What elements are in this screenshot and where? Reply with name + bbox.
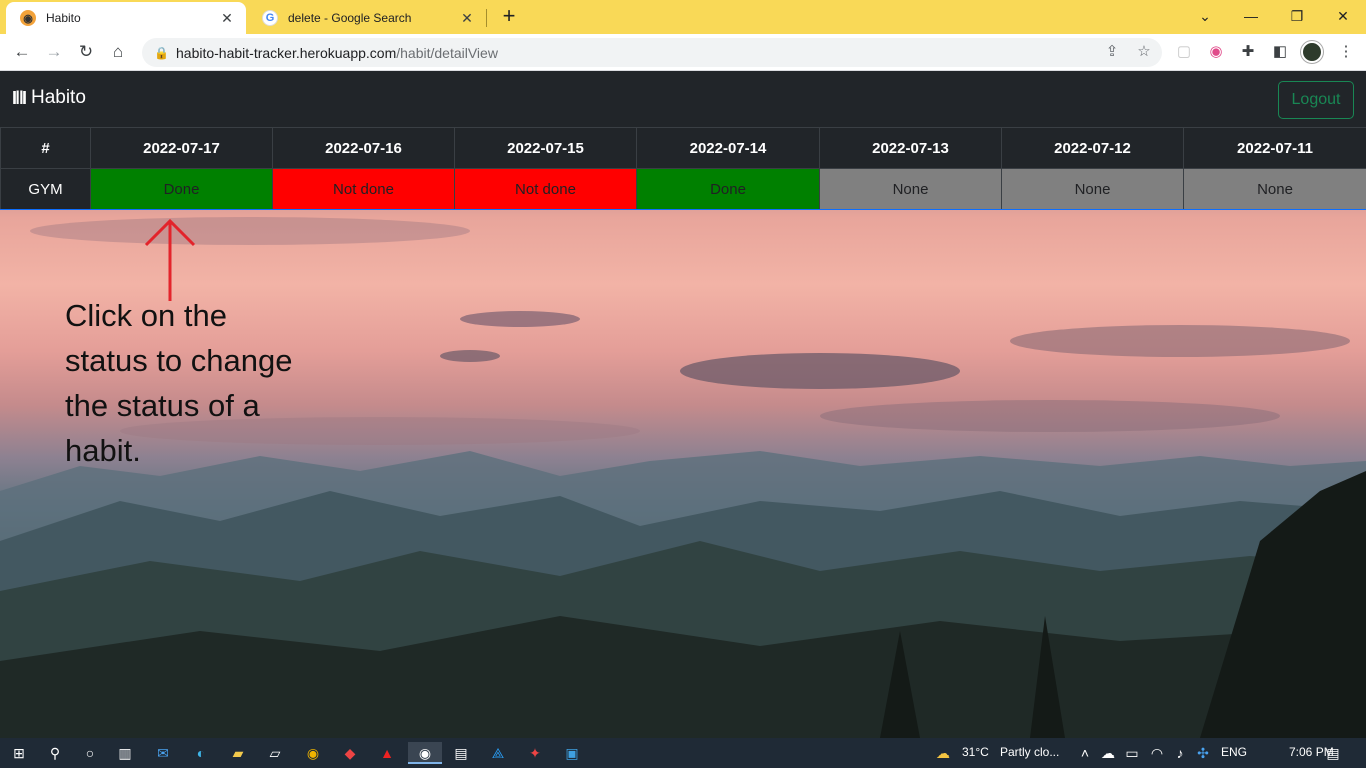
volume-icon[interactable]: ♪ (1169, 742, 1191, 764)
extension-icon[interactable]: ▢ (1174, 42, 1194, 62)
tab-search-icon[interactable]: ⌄ (1182, 4, 1228, 28)
google-favicon-icon: G (262, 10, 278, 26)
weather-temp[interactable]: 31°C (962, 745, 989, 759)
column-header-date: 2022-07-16 (272, 127, 455, 169)
app-icon[interactable]: ◆ (339, 742, 361, 764)
column-header-index: # (0, 127, 91, 169)
column-header-date: 2022-07-14 (636, 127, 820, 169)
column-header-date: 2022-07-11 (1183, 127, 1366, 169)
profile-avatar[interactable] (1301, 41, 1323, 63)
annotation-arrow-icon (144, 218, 196, 301)
weather-description[interactable]: Partly clo... (1000, 745, 1059, 759)
status-cell[interactable]: None (1183, 168, 1366, 210)
reload-button[interactable]: ↻ (74, 40, 98, 64)
logout-button[interactable]: Logout (1278, 81, 1354, 119)
column-header-date: 2022-07-15 (454, 127, 637, 169)
chrome-active-icon[interactable]: ◉ (408, 742, 442, 764)
vscode-icon[interactable]: ⟁ (487, 742, 509, 764)
habit-status-table: # 2022-07-17 2022-07-16 2022-07-15 2022-… (0, 127, 1366, 210)
battery-icon[interactable]: ▭ (1121, 742, 1143, 764)
acrobat-icon[interactable]: ▲ (376, 742, 398, 764)
habito-favicon-icon: ◉ (20, 10, 36, 26)
task-view-icon[interactable]: ▥ (114, 742, 136, 764)
feedback-icon[interactable]: ▱ (264, 742, 286, 764)
tab-google-search[interactable]: G delete - Google Search ✕ (248, 2, 486, 34)
tab-divider (486, 9, 487, 27)
url-host: habito-habit-tracker.herokuapp.com (176, 44, 397, 61)
new-tab-button[interactable]: + (498, 5, 520, 28)
status-cell[interactable]: Not done (454, 168, 637, 210)
close-tab-icon[interactable]: ✕ (218, 10, 236, 27)
photos-icon[interactable]: ▣ (561, 742, 583, 764)
wifi-icon[interactable]: ◠ (1146, 742, 1168, 764)
habit-name-cell: GYM (0, 168, 91, 210)
chrome-menu-icon[interactable]: ⋮ (1336, 42, 1356, 62)
status-cell[interactable]: Not done (272, 168, 455, 210)
edge-icon[interactable]: ◐ (190, 742, 212, 764)
share-icon[interactable]: ⇪ (1102, 42, 1122, 62)
table-header-row: # 2022-07-17 2022-07-16 2022-07-15 2022-… (0, 127, 1366, 169)
brand-name: Habito (30, 87, 86, 108)
color-picker-extension-icon[interactable]: ◉ (1206, 42, 1226, 62)
terminal-icon[interactable]: ▤ (450, 742, 472, 764)
notifications-icon[interactable]: ▤ (1322, 742, 1344, 764)
annotation-text: Click on the status to change the status… (65, 293, 355, 473)
dropbox-icon[interactable]: ✣ (1192, 742, 1214, 764)
status-cell[interactable]: None (1001, 168, 1184, 210)
annotation-line: the status of a (65, 388, 260, 423)
back-button[interactable]: ← (10, 40, 34, 64)
column-header-date: 2022-07-13 (819, 127, 1002, 169)
brand-link[interactable]: I‖I Habito (12, 87, 86, 109)
annotation-line: habit. (65, 433, 141, 468)
browser-tab-strip: ◉ Habito ✕ G delete - Google Search ✕ + … (0, 0, 1366, 34)
url-path: /habit/detailView (396, 44, 498, 61)
tab-title: delete - Google Search (288, 11, 412, 25)
column-header-date: 2022-07-12 (1001, 127, 1184, 169)
status-cell[interactable]: Done (90, 168, 273, 210)
table-row: GYM Done Not done Not done Done None Non… (0, 168, 1366, 210)
status-cell[interactable]: None (819, 168, 1002, 210)
tab-title: Habito (46, 11, 81, 25)
annotation-line: status to change (65, 343, 293, 378)
dumbbell-icon: I‖I (12, 87, 27, 108)
search-icon[interactable]: ⚲ (44, 742, 66, 764)
close-tab-icon[interactable]: ✕ (458, 10, 476, 27)
extensions-puzzle-icon[interactable]: ✚ (1238, 42, 1258, 62)
bookmark-star-icon[interactable]: ☆ (1134, 42, 1154, 62)
lock-icon: 🔒 (154, 45, 169, 60)
language-indicator[interactable]: ENG (1221, 745, 1247, 759)
app-icon[interactable]: ✦ (524, 742, 546, 764)
mail-icon[interactable]: ✉ (152, 742, 174, 764)
tab-habito[interactable]: ◉ Habito ✕ (6, 2, 246, 34)
side-panel-icon[interactable]: ◧ (1270, 42, 1290, 62)
address-bar[interactable]: 🔒 habito-habit-tracker.herokuapp.com/hab… (142, 38, 1162, 67)
weather-icon[interactable]: ☁ (932, 742, 954, 764)
onedrive-icon[interactable]: ☁ (1097, 742, 1119, 764)
column-header-date: 2022-07-17 (90, 127, 273, 169)
forward-button[interactable]: → (42, 40, 66, 64)
windows-start-icon[interactable]: ⊞ (8, 742, 30, 764)
status-cell[interactable]: Done (636, 168, 820, 210)
chevron-up-icon[interactable]: ˄ (1074, 742, 1096, 764)
file-explorer-icon[interactable]: ▰ (227, 742, 249, 764)
close-window-button[interactable]: ✕ (1320, 4, 1366, 28)
home-button[interactable]: ⌂ (106, 40, 130, 64)
restore-button[interactable]: ❐ (1274, 4, 1320, 28)
browser-toolbar: ← → ↻ ⌂ 🔒 habito-habit-tracker.herokuapp… (0, 34, 1366, 71)
app-navbar: I‖I Habito Logout (0, 71, 1366, 127)
cortana-icon[interactable]: ○ (79, 742, 101, 764)
chrome-icon[interactable]: ◉ (302, 742, 324, 764)
page-content: I‖I Habito Logout # 2022-07-17 2022-07-1… (0, 71, 1366, 738)
annotation-line: Click on the (65, 298, 227, 333)
windows-taskbar: ⊞ ⚲ ○ ▥ ✉ ◐ ▰ ▱ ◉ ◆ ▲ ◉ ▤ ⟁ ✦ ▣ ☁ 31°C P… (0, 738, 1366, 768)
minimize-button[interactable]: — (1228, 4, 1274, 28)
